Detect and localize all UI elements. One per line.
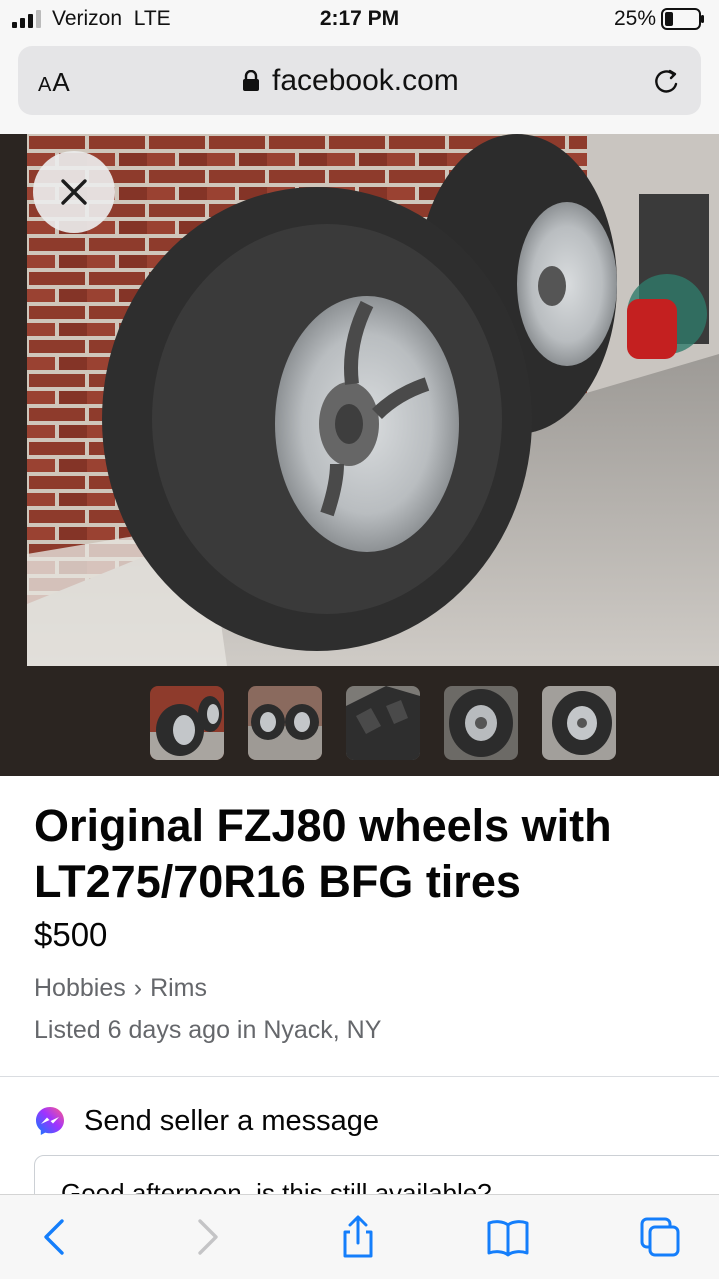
forward-icon[interactable] — [184, 1215, 228, 1259]
battery-percent: 25% — [613, 7, 656, 30]
breadcrumb-subcategory[interactable]: Rims — [150, 974, 207, 1002]
lock-icon — [243, 70, 259, 91]
reload-icon[interactable] — [651, 66, 683, 98]
browser-toolbar — [0, 1194, 719, 1279]
listing-title: Original FZJ80 wheels with LT275/70R16 B… — [34, 800, 612, 907]
photo-thumbnails — [150, 686, 620, 760]
status-bar: Verizon LTE 2:17 PM 25% — [0, 0, 719, 40]
thumbnail-1[interactable] — [150, 686, 224, 760]
listing-price: $500 — [34, 916, 108, 953]
messenger-icon — [36, 1107, 64, 1135]
breadcrumb-separator: › — [133, 974, 143, 1002]
share-icon[interactable] — [336, 1215, 380, 1259]
thumbnail-5[interactable] — [542, 686, 616, 760]
tires-photo — [27, 134, 719, 666]
bookmarks-icon[interactable] — [486, 1215, 530, 1259]
close-icon — [61, 179, 87, 205]
browser-address-area: AA facebook.com — [0, 40, 719, 134]
send-message-heading: Send seller a message — [84, 1105, 379, 1137]
clock: 2:17 PM — [319, 7, 400, 30]
breadcrumb: Hobbies › Rims — [34, 974, 207, 1003]
close-button[interactable] — [33, 151, 115, 233]
back-icon[interactable] — [34, 1215, 78, 1259]
listing-info: Original FZJ80 wheels with LT275/70R16 B… — [0, 776, 719, 1076]
breadcrumb-category[interactable]: Hobbies — [34, 974, 126, 1002]
message-section: Send seller a message Good afternoon, is… — [0, 1077, 719, 1235]
url-text[interactable]: facebook.com — [272, 64, 459, 98]
battery-icon — [661, 8, 704, 30]
text-size-button[interactable]: AA — [38, 67, 71, 98]
listing-main-photo[interactable] — [27, 134, 719, 666]
photo-viewer — [0, 134, 719, 776]
listed-info: Listed 6 days ago in Nyack, NY — [34, 1016, 382, 1044]
thumbnail-3[interactable] — [346, 686, 420, 760]
tabs-icon[interactable] — [638, 1215, 682, 1259]
address-bar[interactable]: AA facebook.com — [18, 46, 701, 115]
thumbnail-2[interactable] — [248, 686, 322, 760]
thumbnail-4[interactable] — [444, 686, 518, 760]
